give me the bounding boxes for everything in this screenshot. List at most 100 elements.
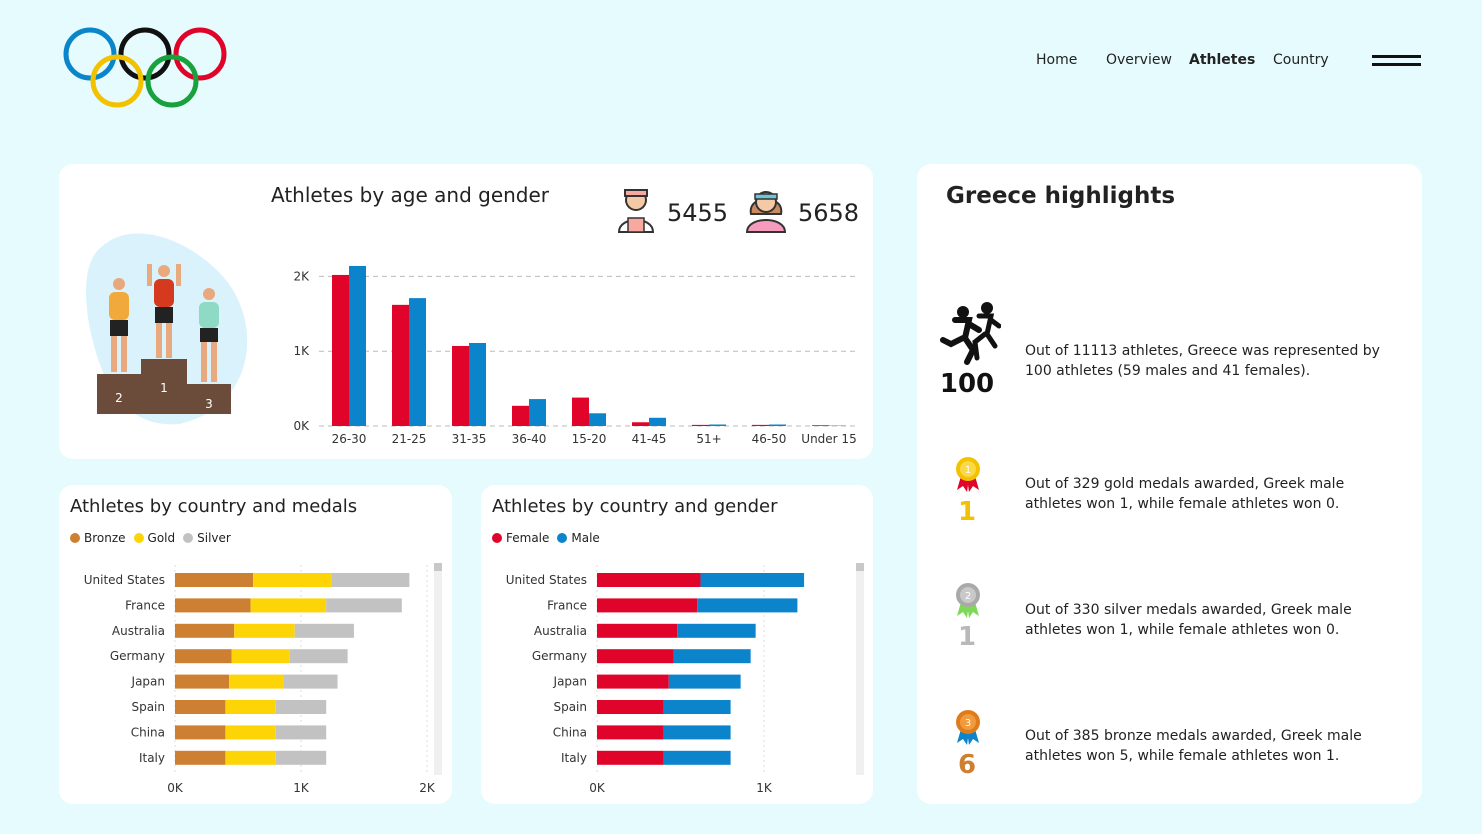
legend-bronze[interactable]: Bronze	[70, 531, 126, 545]
bar-silver	[294, 623, 354, 638]
bar-male	[668, 674, 741, 689]
x-tick-label: 0K	[167, 781, 184, 795]
bar-male	[589, 413, 606, 426]
highlights-title: Greece highlights	[946, 183, 1176, 209]
medals-scrollbar[interactable]	[434, 563, 442, 775]
gold-medal-icon: 1	[956, 457, 980, 492]
x-tick-label: 21-25	[392, 432, 427, 446]
bar-male	[677, 623, 756, 638]
gold-highlight-text: Out of 329 gold medals awarded, Greek ma…	[1025, 476, 1345, 512]
country-gender-card: Athletes by country and gender Female Ma…	[481, 485, 873, 804]
x-tick-label: 31-35	[452, 432, 487, 446]
legend-gold[interactable]: Gold	[133, 531, 175, 545]
podium-illustration: 2 1 3	[86, 233, 248, 425]
bar-female	[572, 397, 589, 426]
bar-male	[663, 725, 731, 740]
nav-country[interactable]: Country	[1273, 52, 1329, 68]
bar-female	[752, 424, 769, 426]
y-tick-label: Germany	[532, 649, 587, 663]
bar-female	[597, 700, 664, 714]
gender-scrollbar[interactable]	[856, 563, 864, 775]
x-tick-label: 46-50	[752, 432, 787, 446]
x-tick-label: 15-20	[572, 432, 607, 446]
country-gender-bar-chart: 0K 1K United States France Australia Germany J…	[506, 565, 805, 795]
bar-bronze	[175, 725, 226, 740]
y-tick-label: Italy	[561, 751, 587, 765]
podium-2-label: 2	[115, 391, 123, 405]
legend-silver[interactable]: Silver	[183, 531, 231, 545]
bar-male	[673, 649, 751, 664]
bar-gold	[253, 573, 332, 587]
bar-gold	[231, 649, 290, 664]
bar-bronze	[175, 573, 254, 587]
y-tick-label: France	[125, 598, 165, 612]
legend-female[interactable]: Female	[492, 531, 549, 545]
bar-silver	[289, 649, 348, 664]
silver-count: 1	[957, 622, 977, 652]
y-tick-label: Germany	[110, 649, 165, 663]
y-tick-label: 1K	[293, 344, 310, 358]
athletes-highlight-text: Out of 11113 athletes, Greece was repres…	[1025, 343, 1380, 379]
greece-highlights-card: Greece highlights 100 Out of 11113 athle…	[917, 164, 1422, 804]
y-tick-label: Spain	[553, 700, 587, 714]
bar-gold	[225, 750, 276, 765]
nav-home[interactable]: Home	[1036, 52, 1077, 68]
podium-1-label: 1	[160, 381, 168, 395]
x-tick-label: 36-40	[512, 432, 547, 446]
bar-female	[632, 422, 649, 426]
female-count: 5658	[798, 199, 860, 227]
y-tick-label: Australia	[112, 624, 165, 638]
bar-male	[769, 424, 786, 426]
nav-overview[interactable]: Overview	[1106, 52, 1172, 68]
bar-male	[649, 417, 666, 426]
bar-female	[512, 405, 529, 426]
legend-male[interactable]: Male	[557, 531, 600, 545]
bar-female	[452, 345, 469, 426]
bar-male	[697, 598, 798, 613]
bronze-medal-icon: 3	[956, 710, 980, 745]
x-tick-label: 2K	[419, 781, 436, 795]
bronze-highlight-text: Out of 385 bronze medals awarded, Greek …	[1025, 728, 1362, 764]
bar-male	[349, 265, 366, 426]
gender-legend: Female Male	[492, 531, 600, 545]
x-tick-label: 1K	[756, 781, 773, 795]
bar-male	[709, 424, 726, 426]
runners-icon	[940, 302, 1001, 365]
nav-athletes[interactable]: Athletes	[1189, 52, 1255, 68]
bar-gold	[250, 598, 327, 613]
bar-male	[663, 700, 731, 714]
age-gender-card: Athletes by age and gender 2 1 3 5455 56…	[59, 164, 873, 459]
country-gender-title: Athletes by country and gender	[492, 496, 778, 517]
bar-female	[597, 674, 669, 689]
y-tick-label: Australia	[534, 624, 587, 638]
y-tick-label: United States	[84, 573, 165, 587]
athletes-count: 100	[939, 369, 995, 399]
x-tick-label: Under 15	[801, 432, 856, 446]
bar-female	[332, 274, 349, 426]
country-medals-title: Athletes by country and medals	[70, 496, 358, 517]
podium-3-label: 3	[205, 397, 213, 411]
x-tick-label: 26-30	[332, 432, 367, 446]
bar-female	[597, 649, 674, 664]
male-athlete-icon	[617, 189, 655, 233]
country-medals-bar-chart: 0K 1K 2K United States France Australia German…	[84, 565, 436, 795]
silver-highlight-text: Out of 330 silver medals awarded, Greek …	[1025, 602, 1352, 638]
bar-silver	[275, 725, 327, 740]
svg-text:2: 2	[965, 591, 971, 602]
bar-silver	[275, 700, 327, 714]
y-tick-label: France	[547, 598, 587, 612]
bar-bronze	[175, 649, 232, 664]
x-tick-label: 0K	[589, 781, 606, 795]
olympic-rings-logo	[63, 27, 227, 108]
gold-count: 1	[957, 497, 977, 527]
bar-female	[812, 425, 829, 426]
menu-icon[interactable]	[1372, 55, 1421, 69]
bar-female	[597, 598, 698, 613]
bar-male	[700, 573, 805, 587]
bar-gold	[225, 700, 276, 714]
bar-gold	[234, 623, 295, 638]
bar-male	[529, 399, 546, 426]
age-gender-bar-chart: 0K 1K 2K 26-30 21-25 31-35 36-40 15-20 41-45 51+ 4…	[293, 265, 859, 446]
y-tick-label: Italy	[139, 751, 165, 765]
y-tick-label: Spain	[131, 700, 165, 714]
